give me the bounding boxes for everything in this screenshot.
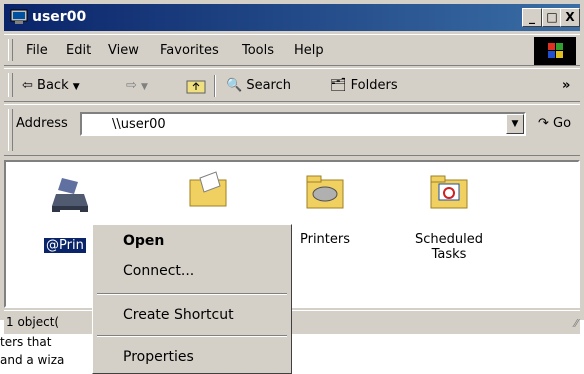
explorer-window: user00 _ □ X File Edit View Favorites To… <box>0 0 584 320</box>
menu-item-create-shortcut[interactable]: Create Shortcut <box>123 307 234 323</box>
search-button[interactable]: 🔍 Search <box>226 78 291 93</box>
menu-tools[interactable]: Tools <box>242 43 274 58</box>
menu-help[interactable]: Help <box>294 43 324 58</box>
toolbar-separator <box>214 75 216 97</box>
context-menu: Open Connect... Create Shortcut Properti… <box>92 224 292 374</box>
menu-item-properties[interactable]: Properties <box>123 349 194 365</box>
back-label: Back <box>37 78 69 93</box>
printer-icon <box>52 178 88 213</box>
resize-grip-icon[interactable]: ⁄⁄ <box>574 317 578 330</box>
address-grip[interactable] <box>8 109 13 151</box>
close-button[interactable]: X <box>560 8 580 27</box>
folders-button[interactable]: 🗂 Folders <box>330 78 398 93</box>
menu-edit[interactable]: Edit <box>66 43 91 58</box>
toolbar-grip[interactable] <box>8 73 13 97</box>
folder-view[interactable]: @Prin Printers Scheduled Tasks <box>4 160 580 308</box>
title-bar[interactable]: user00 _ □ X <box>4 4 580 31</box>
background-text-line-1: ters that <box>0 335 52 349</box>
menu-view[interactable]: View <box>108 43 139 58</box>
printer-item[interactable]: @Prin <box>40 172 100 253</box>
forward-arrow-icon: ⇨ <box>126 78 137 93</box>
background-text-line-2: and a wiza <box>0 353 65 367</box>
printer-item-label: @Prin <box>44 238 86 253</box>
address-label: Address <box>16 116 68 131</box>
address-input[interactable]: \\user00 ▼ <box>80 112 526 136</box>
search-label: Search <box>246 78 291 93</box>
address-bar: Address \\user00 ▼ ↷ Go <box>4 104 580 156</box>
minimize-button[interactable]: _ <box>522 8 542 27</box>
menu-separator <box>97 335 287 337</box>
menu-separator <box>97 293 287 295</box>
menu-bar: File Edit View Favorites Tools Help <box>4 34 580 66</box>
address-dropdown-button[interactable]: ▼ <box>506 114 524 134</box>
scheduled-tasks-label-1: Scheduled <box>415 232 483 247</box>
address-value: \\user00 <box>112 117 166 132</box>
back-button[interactable]: ⇦ Back ▼ <box>22 78 80 93</box>
forward-button[interactable]: ⇨ ▼ <box>126 78 148 93</box>
menu-item-connect[interactable]: Connect... <box>123 263 194 279</box>
go-arrow-icon: ↷ <box>538 116 549 131</box>
toolbar-overflow-button[interactable]: » <box>562 78 570 93</box>
network-computer-icon <box>10 9 28 24</box>
maximize-button[interactable]: □ <box>542 8 562 27</box>
scheduled-tasks-icon <box>430 175 468 209</box>
scheduled-tasks-item[interactable]: Scheduled Tasks <box>404 172 494 262</box>
menu-file[interactable]: File <box>26 43 48 58</box>
standard-toolbar: ⇦ Back ▼ ⇨ ▼ 🔍 Search 🗂 Folders » <box>4 68 580 102</box>
menu-grip[interactable] <box>8 39 13 61</box>
scheduled-tasks-label-2: Tasks <box>431 247 467 262</box>
forward-dropdown-icon[interactable]: ▼ <box>141 82 148 92</box>
status-text: 1 object( <box>6 315 60 329</box>
status-bar: 1 object( ⁄⁄ <box>4 310 580 334</box>
folders-label: Folders <box>350 78 398 93</box>
menu-favorites[interactable]: Favorites <box>160 43 219 58</box>
printers-folder-item[interactable]: Printers <box>290 172 360 247</box>
menu-item-open[interactable]: Open <box>123 233 164 249</box>
folder-icon <box>189 171 227 207</box>
back-arrow-icon: ⇦ <box>22 78 33 93</box>
folders-icon: 🗂 <box>330 78 347 93</box>
go-button[interactable]: ↷ Go <box>538 116 571 131</box>
up-folder-icon <box>186 80 206 94</box>
up-folder-button[interactable] <box>186 78 206 98</box>
chevron-down-icon: ▼ <box>511 119 519 129</box>
windows-logo-icon <box>534 37 576 65</box>
folder-item[interactable] <box>178 168 238 212</box>
printers-folder-label: Printers <box>299 232 351 247</box>
back-dropdown-icon[interactable]: ▼ <box>73 82 80 92</box>
window-title: user00 <box>32 9 87 25</box>
printers-folder-icon <box>306 175 344 209</box>
search-icon: 🔍 <box>226 78 243 93</box>
go-label: Go <box>553 116 572 131</box>
